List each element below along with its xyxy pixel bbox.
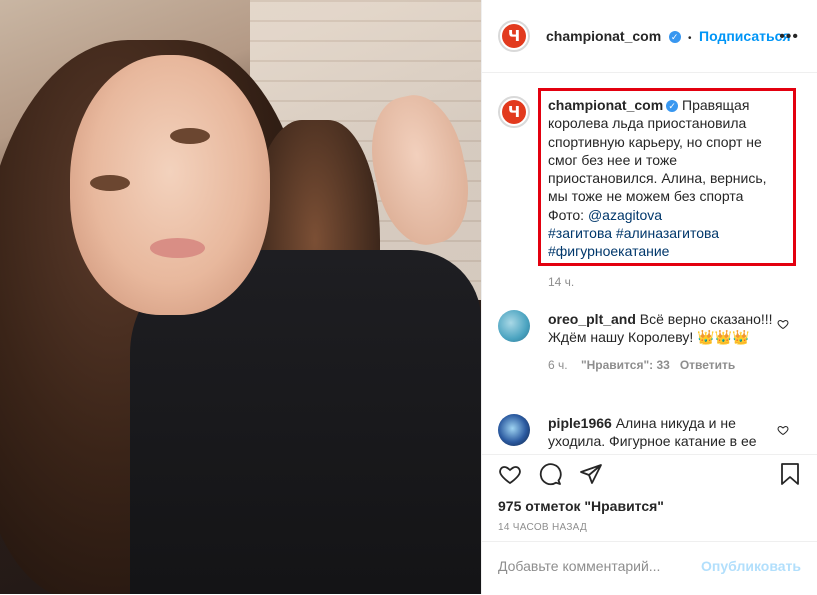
paper-plane-icon[interactable]	[579, 462, 603, 486]
add-comment-bar: Опубликовать	[482, 541, 817, 595]
photo-eye-right	[170, 128, 210, 144]
hashtag-link[interactable]: #загитова	[548, 225, 612, 241]
verified-badge-icon: ✓	[666, 100, 679, 113]
comment-item: piple1966 Алина никуда и не уходила. Фиг…	[548, 414, 778, 454]
comment-like-heart-icon[interactable]	[777, 318, 789, 330]
photo-mention-link[interactable]: @azagitova	[588, 207, 662, 223]
divider	[482, 454, 817, 455]
post-header: Ч championat_com ✓ • Подписаться •••	[482, 0, 817, 73]
post-sidebar: Ч championat_com ✓ • Подписаться ••• Ч c…	[481, 0, 817, 594]
comment-username[interactable]: oreo_plt_and	[548, 311, 636, 327]
separator-dot: •	[688, 33, 692, 44]
more-options-icon[interactable]: •••	[779, 28, 799, 46]
follow-button[interactable]: Подписаться	[699, 28, 791, 44]
likes-count[interactable]: 975 отметок "Нравится"	[498, 498, 664, 514]
verified-badge-icon: ✓	[668, 30, 681, 43]
header-title-row: championat_com ✓ • Подписаться	[546, 28, 791, 46]
commenter-avatar[interactable]	[498, 310, 530, 342]
comment-likes[interactable]: "Нравится": 33	[581, 358, 670, 372]
caption-avatar[interactable]: Ч	[498, 96, 530, 128]
author-username[interactable]: championat_com	[546, 28, 661, 44]
comment-meta: 6 ч. "Нравится": 33 Ответить	[548, 356, 778, 374]
caption-username[interactable]: championat_com	[548, 97, 663, 113]
comment-item: oreo_plt_and Всё верно сказано!!! Ждём н…	[548, 310, 778, 374]
comment-username[interactable]: piple1966	[548, 415, 612, 431]
post-photo[interactable]	[0, 0, 481, 594]
publish-button[interactable]: Опубликовать	[701, 558, 801, 574]
author-avatar[interactable]: Ч	[498, 20, 530, 52]
caption-text: Правящая королева льда приостановила спо…	[548, 97, 767, 205]
comment-input[interactable]	[498, 558, 678, 574]
photo-credit-label: Фото:	[548, 206, 588, 223]
heart-icon[interactable]	[498, 462, 522, 486]
photo-eye-left	[90, 175, 130, 191]
avatar-logo: Ч	[502, 100, 526, 124]
comment-time[interactable]: 6 ч.	[548, 358, 568, 372]
comment-reply-button[interactable]: Ответить	[680, 358, 735, 372]
commenter-avatar[interactable]	[498, 414, 530, 446]
comment-like-heart-icon[interactable]	[777, 424, 789, 436]
avatar-logo: Ч	[502, 24, 526, 48]
bookmark-icon[interactable]	[779, 462, 801, 486]
post-actions	[482, 460, 817, 488]
hashtag-link[interactable]: #фигурноекатание	[548, 243, 669, 259]
post-timestamp[interactable]: 14 ЧАСОВ НАЗАД	[498, 522, 587, 533]
hashtag-link[interactable]: #алиназагитова	[616, 225, 719, 241]
post-caption: championat_com ✓ Правящая королева льда п…	[548, 96, 786, 291]
caption-time[interactable]: 14 ч.	[548, 275, 574, 289]
photo-lips	[150, 238, 205, 258]
comment-icon[interactable]	[538, 462, 562, 486]
